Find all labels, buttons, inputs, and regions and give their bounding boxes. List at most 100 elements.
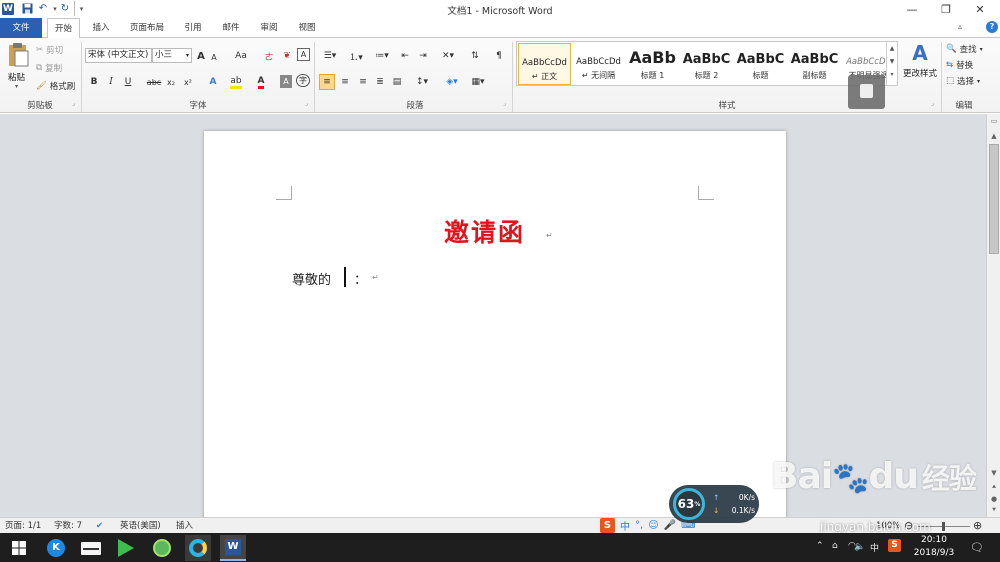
style-heading-2[interactable]: AaBbC 标题 2 bbox=[680, 43, 733, 85]
style-normal[interactable]: AaBbCcDd ↵ 正文 bbox=[518, 43, 571, 85]
page-count[interactable]: 页面: 1/1 bbox=[5, 519, 41, 533]
taskbar-word-icon[interactable]: W bbox=[220, 535, 246, 561]
select-button[interactable]: ⬚ 选择 ▾ bbox=[946, 75, 980, 87]
grow-font-button[interactable]: A bbox=[195, 48, 207, 64]
shrink-font-button[interactable]: A bbox=[209, 49, 219, 65]
close-button[interactable]: ✕ bbox=[964, 0, 996, 18]
minimize-button[interactable]: — bbox=[896, 0, 928, 18]
underline-button[interactable]: U bbox=[122, 74, 134, 90]
help-icon[interactable]: ? bbox=[986, 21, 998, 33]
taskbar-media-player-icon[interactable] bbox=[113, 535, 139, 561]
font-color-icon[interactable]: A bbox=[254, 74, 268, 90]
multilevel-list-icon[interactable]: ≔▾ bbox=[371, 48, 393, 64]
ribbon-collapse-icon[interactable]: ▵ bbox=[958, 22, 962, 31]
tab-review[interactable]: 审阅 bbox=[254, 18, 284, 38]
character-shading-icon[interactable]: A bbox=[280, 75, 292, 88]
language-indicator[interactable]: 英语(美国) bbox=[120, 519, 161, 533]
tray-sogou-icon[interactable]: S bbox=[888, 539, 901, 552]
styles-launcher-icon[interactable]: ⌟ bbox=[931, 100, 939, 108]
word-count[interactable]: 字数: 7 bbox=[54, 519, 82, 533]
increase-indent-icon[interactable]: ⇥ bbox=[416, 48, 430, 64]
style-heading-1[interactable]: AaBb 标题 1 bbox=[626, 43, 679, 85]
salutation-prefix[interactable]: 尊敬的 bbox=[292, 269, 331, 288]
font-name-combo[interactable]: 宋体 (中文正文) bbox=[85, 48, 152, 63]
phonetic-guide-icon[interactable]: ㄜ bbox=[262, 48, 276, 64]
cut-button[interactable]: ✂ 剪切 bbox=[36, 44, 63, 56]
change-case-button[interactable]: Aa bbox=[232, 48, 250, 64]
italic-button[interactable]: I bbox=[105, 74, 117, 90]
line-spacing-icon[interactable]: ↕▾ bbox=[411, 74, 433, 90]
align-right-icon[interactable]: ≡ bbox=[356, 74, 370, 90]
tab-view[interactable]: 视图 bbox=[292, 18, 322, 38]
next-page-icon[interactable]: ⯆ bbox=[989, 506, 999, 516]
emoji-icon[interactable]: ☺ bbox=[648, 520, 658, 531]
previous-page-icon[interactable]: ⯅ bbox=[989, 483, 999, 493]
start-button[interactable] bbox=[6, 535, 32, 561]
decrease-indent-icon[interactable]: ⇤ bbox=[398, 48, 412, 64]
scroll-thumb[interactable] bbox=[989, 144, 999, 254]
bold-button[interactable]: B bbox=[88, 74, 100, 90]
strikethrough-button[interactable]: abc bbox=[146, 74, 162, 90]
paragraph-launcher-icon[interactable]: ⌟ bbox=[503, 100, 511, 108]
tab-references[interactable]: 引用 bbox=[178, 18, 208, 38]
document-page[interactable]: 邀请函 ↵ 尊敬的 ： ↵ bbox=[204, 131, 786, 521]
paste-dropdown-icon[interactable]: ▾ bbox=[15, 83, 18, 90]
microphone-icon[interactable]: 🎤 bbox=[664, 520, 676, 531]
tray-input-icon[interactable]: ⌂ bbox=[832, 541, 838, 551]
style-no-spacing[interactable]: AaBbCcDd ↵ 无间隔 bbox=[572, 43, 625, 85]
find-button[interactable]: 🔍 查找 ▾ bbox=[946, 43, 983, 55]
document-heading[interactable]: 邀请函 bbox=[444, 213, 525, 249]
font-launcher-icon[interactable]: ⌟ bbox=[305, 100, 313, 108]
taskbar-360-icon[interactable] bbox=[149, 535, 175, 561]
taskbar-browser-icon[interactable] bbox=[185, 535, 211, 561]
change-styles-button[interactable]: A 更改样式 bbox=[902, 42, 938, 82]
ruler-toggle-icon[interactable]: ▭ bbox=[989, 117, 999, 129]
format-painter-button[interactable]: 🖌 格式刷 bbox=[36, 80, 75, 92]
character-border-button[interactable]: A bbox=[297, 48, 310, 61]
tab-mailings[interactable]: 邮件 bbox=[216, 18, 246, 38]
sogou-icon[interactable]: S bbox=[600, 517, 615, 533]
clock[interactable]: 20:10 2018/9/3 bbox=[912, 534, 956, 560]
align-left-button[interactable]: ≡ bbox=[319, 74, 335, 90]
tray-expand-icon[interactable]: ⌃ bbox=[816, 541, 824, 551]
browse-object-icon[interactable]: ● bbox=[989, 495, 999, 505]
tab-file[interactable]: 文件 bbox=[0, 18, 42, 38]
proofing-icon[interactable]: ✔ bbox=[96, 519, 103, 533]
paste-button[interactable]: 粘贴 ▾ bbox=[4, 42, 32, 96]
style-title[interactable]: AaBbC 标题 bbox=[734, 43, 787, 85]
tab-insert[interactable]: 插入 bbox=[86, 18, 116, 38]
show-marks-icon[interactable]: ¶ bbox=[492, 48, 506, 64]
tray-ime-label[interactable]: 中 bbox=[870, 541, 879, 554]
distributed-icon[interactable]: ▤ bbox=[390, 74, 404, 90]
clipboard-launcher-icon[interactable]: ⌟ bbox=[72, 100, 80, 108]
taskbar-mail-icon[interactable] bbox=[78, 535, 104, 561]
text-effects-icon[interactable]: A bbox=[205, 74, 221, 90]
numbering-icon[interactable]: ⒈▾ bbox=[345, 48, 367, 64]
scroll-up-icon[interactable]: ▲ bbox=[989, 132, 999, 142]
volume-icon[interactable]: 🔈 bbox=[854, 542, 865, 552]
borders-icon[interactable]: ▦▾ bbox=[467, 74, 489, 90]
chinese-layout-icon[interactable]: ✕▾ bbox=[438, 48, 458, 64]
network-speed-widget[interactable]: 63% ↑ 0K/s ↓ 0.1K/s bbox=[669, 485, 759, 523]
restore-button[interactable]: ❐ bbox=[930, 0, 962, 18]
clear-formatting-icon[interactable]: ❦ bbox=[280, 48, 294, 64]
zoom-slider-thumb[interactable] bbox=[942, 522, 945, 531]
style-subtitle[interactable]: AaBbC 副标题 bbox=[788, 43, 841, 85]
subscript-button[interactable]: x₂ bbox=[164, 74, 178, 90]
punctuation-icon[interactable]: °, bbox=[635, 520, 643, 531]
bullets-icon[interactable]: ☰▾ bbox=[319, 48, 341, 64]
enclose-characters-icon[interactable]: 字 bbox=[296, 74, 310, 87]
font-size-combo[interactable]: 小三 ▾ bbox=[152, 48, 192, 63]
styles-scroll-icon[interactable]: ▲ ▼ ▾ bbox=[886, 42, 897, 85]
zoom-in-icon[interactable]: ⊕ bbox=[973, 519, 982, 533]
notification-icon[interactable]: 🗨 bbox=[970, 541, 984, 554]
align-center-icon[interactable]: ≡ bbox=[338, 74, 352, 90]
replace-button[interactable]: ⇆ 替换 bbox=[946, 59, 973, 71]
tab-home[interactable]: 开始 bbox=[47, 18, 80, 39]
superscript-button[interactable]: x² bbox=[181, 74, 195, 90]
highlight-color-icon[interactable]: ab bbox=[228, 74, 244, 90]
salutation-colon[interactable]: ： bbox=[354, 269, 367, 288]
copy-button[interactable]: ⧉ 复制 bbox=[36, 62, 62, 74]
scroll-down-icon[interactable]: ▼ bbox=[989, 469, 999, 479]
vertical-scrollbar[interactable]: ▭ ▲ ▼ ⯅ ● ⯆ bbox=[986, 114, 1000, 517]
